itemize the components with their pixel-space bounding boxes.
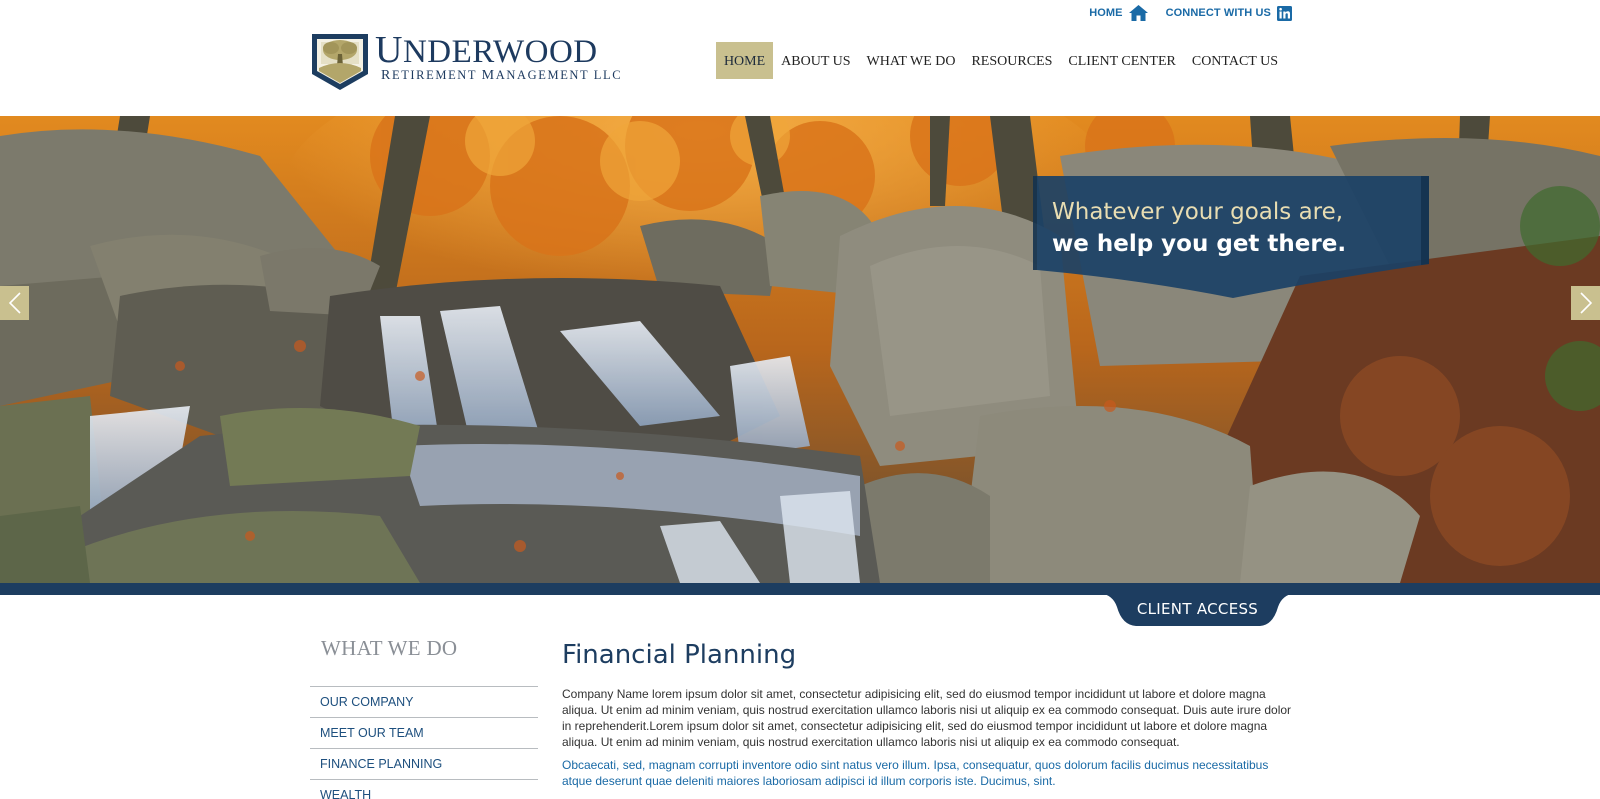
nav-item-client-center[interactable]: CLIENT CENTER (1060, 42, 1183, 79)
nav-item-resources[interactable]: RESOURCES (963, 42, 1060, 79)
nav-item-about-us[interactable]: ABOUT US (773, 42, 858, 79)
tagline-line-2: we help you get there. (1052, 231, 1347, 257)
hero-bottom-bar (0, 583, 1600, 595)
nav-item-what-we-do[interactable]: WHAT WE DO (859, 42, 964, 79)
utility-home-link[interactable]: HOME (1089, 5, 1148, 21)
sidebar-menu: OUR COMPANY MEET OUR TEAM FINANCE PLANNI… (310, 686, 538, 799)
main-nav: HOME ABOUT US WHAT WE DO RESOURCES CLIEN… (715, 42, 1286, 79)
sidebar-item-finance-planning[interactable]: FINANCE PLANNING (310, 749, 538, 780)
chevron-right-icon (1579, 292, 1592, 314)
nav-item-home[interactable]: HOME (715, 42, 774, 79)
client-access-label: CLIENT ACCESS (1136, 600, 1259, 618)
sidebar-item-meet-our-team[interactable]: MEET OUR TEAM (310, 718, 538, 749)
sidebar-title: WHAT WE DO (321, 636, 458, 660)
chevron-left-icon (8, 292, 21, 314)
utility-links: HOME CONNECT WITH US (1089, 5, 1292, 21)
linkedin-icon (1277, 5, 1292, 21)
tagline-line-1: Whatever your goals are, (1052, 199, 1344, 225)
logo-subtitle: RETIREMENT MANAGEMENT LLC (381, 68, 623, 83)
sidebar: WHAT WE DO OUR COMPANY MEET OUR TEAM FIN… (310, 636, 538, 799)
main-content: Financial Planning Company Name lorem ip… (562, 640, 1297, 789)
tree-shield-logo-icon (312, 34, 368, 90)
sidebar-item-our-company[interactable]: OUR COMPANY (310, 687, 538, 718)
slider-next-button[interactable] (1571, 286, 1600, 320)
connect-label: CONNECT WITH US (1165, 7, 1271, 19)
nav-item-contact-us[interactable]: CONTACT US (1184, 42, 1286, 79)
utility-home-label: HOME (1089, 7, 1123, 19)
site-logo[interactable]: UNDERWOOD RETIREMENT MANAGEMENT LLC (309, 29, 623, 92)
site-header: HOME CONNECT WITH US UNDERWOOD RETIREMEN… (0, 0, 1600, 116)
intro-paragraph: Company Name lorem ipsum dolor sit amet,… (562, 687, 1292, 749)
page-title: Financial Planning (562, 640, 797, 670)
sidebar-item-wealth[interactable]: WEALTH (310, 780, 538, 799)
hero-tagline-banner: Whatever your goals are, we help you get… (1033, 176, 1429, 316)
slider-prev-button[interactable] (0, 286, 29, 320)
logo-wordmark: UNDERWOOD (375, 29, 598, 71)
secondary-paragraph: Obcaecati, sed, magnam corrupti inventor… (562, 758, 1269, 788)
connect-linkedin-link[interactable]: CONNECT WITH US (1165, 5, 1292, 21)
home-icon (1128, 5, 1148, 21)
client-access-button[interactable]: CLIENT ACCESS (1100, 593, 1295, 627)
